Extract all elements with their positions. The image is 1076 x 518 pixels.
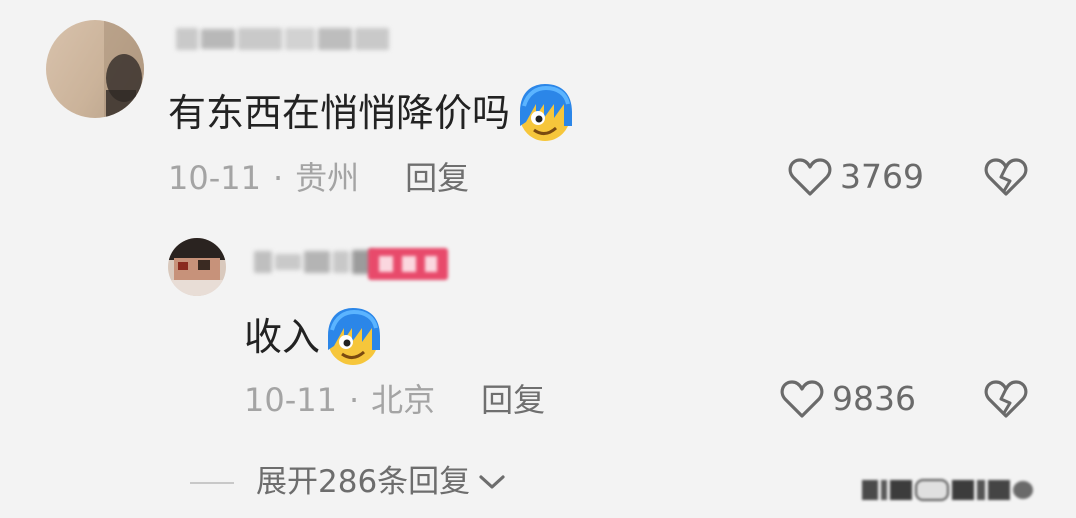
reply-location: 北京 bbox=[371, 381, 436, 419]
reply-body: 收入 bbox=[244, 306, 384, 368]
reply-meta: 10-11 · 北京 回复 bbox=[244, 380, 545, 420]
comment-location: 贵州 bbox=[295, 159, 360, 197]
comment-meta: 10-11 · 贵州 回复 bbox=[168, 158, 469, 198]
reply-button[interactable]: 回复 bbox=[481, 380, 545, 420]
replier-name-blurred[interactable] bbox=[254, 250, 374, 274]
commenter-avatar[interactable] bbox=[46, 20, 144, 118]
broken-heart-icon bbox=[984, 157, 1028, 201]
reply-text: 收入 bbox=[244, 315, 321, 359]
dislike-button[interactable] bbox=[984, 379, 1028, 419]
comment-body: 有东西在悄悄降价吗 bbox=[168, 82, 576, 144]
broken-heart-icon bbox=[984, 379, 1028, 423]
reply-button[interactable]: 回复 bbox=[405, 158, 469, 198]
meta-separator: · bbox=[348, 381, 360, 419]
meta-separator: · bbox=[272, 159, 284, 197]
replier-avatar[interactable] bbox=[168, 238, 226, 296]
comment-date: 10-11 bbox=[168, 159, 261, 197]
avatar-silhouette bbox=[168, 238, 226, 296]
heart-outline-icon bbox=[788, 157, 832, 197]
like-button[interactable]: 3769 bbox=[788, 157, 924, 197]
like-count: 9836 bbox=[832, 379, 916, 418]
avatar-silhouette bbox=[104, 20, 144, 118]
dislike-button[interactable] bbox=[984, 157, 1028, 197]
chevron-down-icon bbox=[478, 472, 506, 492]
like-button[interactable]: 9836 bbox=[780, 379, 916, 419]
watermark bbox=[862, 476, 1062, 504]
smirk-emoji-icon bbox=[514, 82, 576, 144]
expand-replies-button[interactable]: 展开286条回复 bbox=[256, 462, 506, 502]
heart-outline-icon bbox=[780, 379, 824, 419]
replier-badge bbox=[368, 248, 448, 280]
expand-divider bbox=[190, 482, 234, 484]
smirk-emoji-icon bbox=[322, 306, 384, 368]
comment-text: 有东西在悄悄降价吗 bbox=[168, 91, 511, 135]
like-count: 3769 bbox=[840, 157, 924, 196]
expand-replies-label: 展开286条回复 bbox=[256, 464, 471, 500]
reply-date: 10-11 bbox=[244, 381, 337, 419]
commenter-name-blurred[interactable] bbox=[176, 28, 389, 50]
